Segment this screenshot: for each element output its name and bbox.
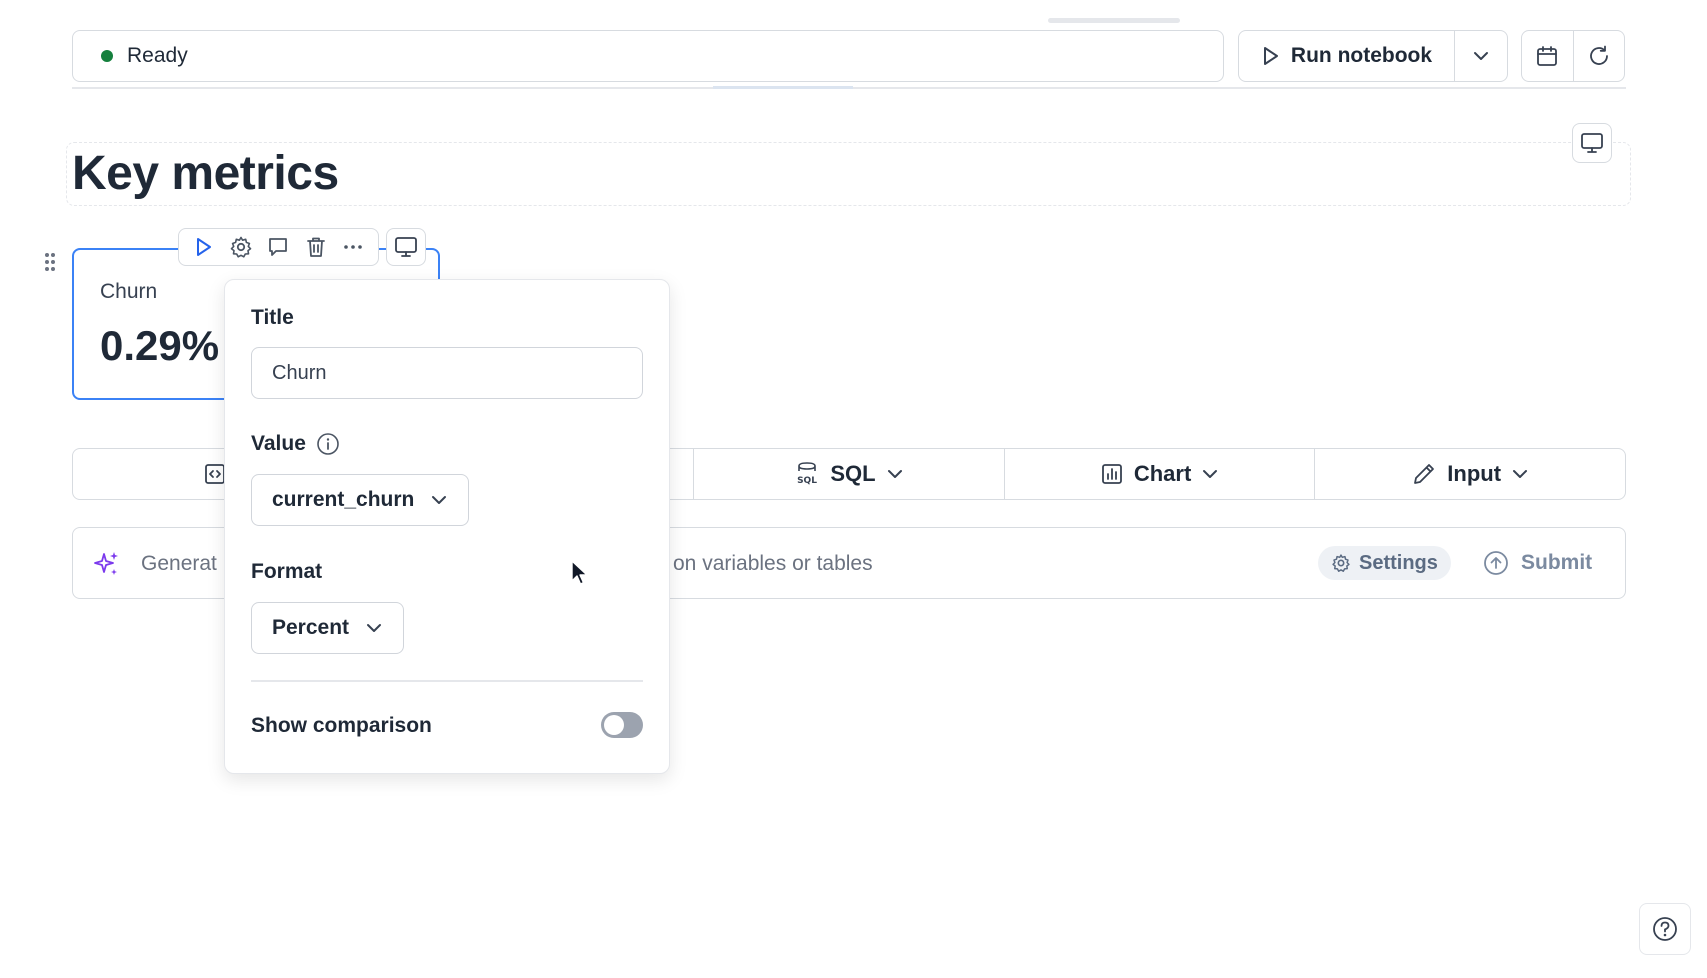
chart-icon [1100, 462, 1124, 486]
pencil-icon [1411, 461, 1437, 487]
present-button[interactable] [1572, 123, 1612, 163]
question-circle-icon [1651, 915, 1679, 943]
arrow-up-circle-icon [1483, 550, 1509, 576]
format-field-label: Format [251, 560, 323, 583]
value-select[interactable]: current_churn [251, 474, 470, 526]
metric-value: 0.29% [100, 322, 220, 369]
status-dot-icon [101, 50, 113, 62]
comparison-label: Show comparison [251, 714, 432, 737]
drag-handle-icon[interactable] [44, 252, 56, 272]
generate-submit-label: Submit [1521, 551, 1593, 574]
generate-placeholder-end: on variables or tables [673, 552, 873, 575]
delete-cell-button[interactable] [300, 231, 332, 263]
value-field-label-row: Value [251, 432, 340, 456]
add-chart-cell-button[interactable]: Chart [1005, 449, 1316, 499]
chevron-down-icon [1511, 465, 1529, 483]
add-input-label: Input [1447, 461, 1502, 486]
metric-title: Churn [100, 280, 158, 303]
play-icon [194, 236, 214, 258]
scroll-thumb[interactable] [1048, 18, 1180, 23]
calendar-icon [1535, 44, 1559, 68]
header-divider-accent [713, 86, 853, 89]
status-text: Ready [127, 44, 188, 67]
popover-divider [251, 680, 643, 682]
more-options-button[interactable] [337, 231, 369, 263]
chevron-down-icon [1201, 465, 1219, 483]
gear-icon [229, 235, 253, 259]
refresh-icon [1587, 44, 1611, 68]
page-title[interactable]: Key metrics [72, 146, 339, 201]
refresh-button[interactable] [1574, 31, 1625, 81]
mouse-cursor-icon [571, 560, 589, 588]
monitor-icon [394, 236, 418, 258]
run-notebook-button[interactable]: Run notebook [1239, 31, 1455, 81]
title-field-label: Title [251, 306, 294, 329]
value-field-label: Value [251, 432, 306, 455]
kernel-status: Ready [72, 30, 1224, 82]
value-select-text: current_churn [272, 488, 415, 511]
comparison-toggle[interactable] [601, 712, 643, 738]
comment-icon [266, 235, 290, 259]
run-notebook-label: Run notebook [1290, 44, 1433, 67]
trash-icon [304, 235, 328, 259]
title-input[interactable] [251, 347, 643, 399]
toggle-knob [604, 715, 624, 735]
generate-settings-label: Settings [1359, 551, 1438, 574]
generate-settings-button[interactable]: Settings [1318, 546, 1451, 580]
add-input-cell-button[interactable]: Input [1315, 449, 1625, 499]
generate-placeholder-start: Generat [141, 552, 217, 575]
svg-text:SQL: SQL [797, 476, 817, 486]
metric-settings-popover: Title Value current_churn Format Percent… [224, 279, 670, 774]
format-select[interactable]: Percent [251, 602, 405, 654]
add-sql-cell-button[interactable]: SQL SQL [694, 449, 1005, 499]
sql-icon: SQL [794, 461, 820, 487]
info-icon[interactable] [316, 432, 340, 456]
add-chart-label: Chart [1133, 461, 1192, 486]
cell-present-button[interactable] [386, 228, 426, 266]
monitor-icon [1580, 132, 1604, 154]
add-sql-label: SQL [830, 461, 876, 486]
run-cell-button[interactable] [188, 231, 220, 263]
schedule-button[interactable] [1522, 31, 1574, 81]
chevron-down-icon [430, 491, 448, 509]
sparkle-icon [93, 550, 121, 578]
more-icon [341, 235, 365, 259]
chevron-down-icon [1472, 47, 1490, 65]
run-notebook-group: Run notebook [1238, 30, 1508, 82]
chevron-down-icon [886, 465, 904, 483]
chevron-down-icon [365, 619, 383, 637]
format-select-text: Percent [272, 616, 350, 639]
schedule-refresh-group [1521, 30, 1625, 82]
cell-toolbar [178, 228, 379, 266]
generate-submit-button[interactable]: Submit [1483, 546, 1592, 580]
play-icon [1261, 45, 1281, 67]
gear-icon [1331, 553, 1351, 573]
cell-settings-button[interactable] [225, 231, 257, 263]
help-button[interactable] [1639, 903, 1691, 955]
run-options-button[interactable] [1455, 31, 1507, 81]
comment-button[interactable] [262, 231, 294, 263]
